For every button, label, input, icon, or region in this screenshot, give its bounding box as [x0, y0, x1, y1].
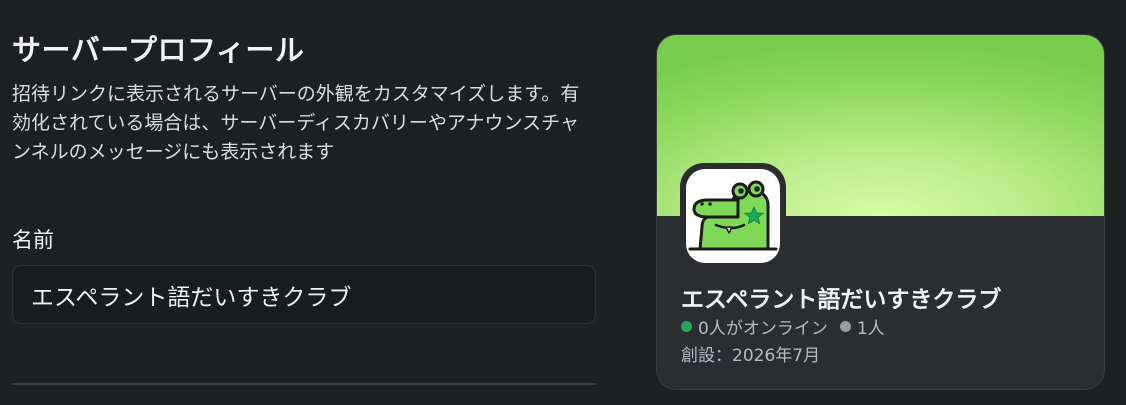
name-field-label: 名前 [12, 228, 54, 252]
member-status-dot-icon [839, 321, 851, 332]
green-crocodile-star-icon [688, 180, 778, 251]
server-avatar-frame [680, 163, 786, 269]
server-preview-card: エスペラント語だいすきクラブ 0人がオンライン 1人 創設：2026年7月 [656, 34, 1105, 390]
section-divider [12, 383, 596, 385]
server-stats: 0人がオンライン 1人 [681, 314, 885, 339]
online-status-dot-icon [681, 321, 692, 332]
profile-settings-panel: サーバープロフィール 招待リンクに表示されるサーバーの外観をカスタマイズします。… [12, 28, 596, 385]
server-profile-settings: サーバープロフィール 招待リンクに表示されるサーバーの外観をカスタマイズします。… [0, 0, 1126, 405]
online-count: 0人がオンライン [698, 319, 828, 339]
server-name-input[interactable]: エスペラント語だいすきクラブ [12, 265, 596, 324]
server-avatar [686, 169, 780, 263]
section-description: 招待リンクに表示されるサーバーの外観をカスタマイズします。有効化されている場合は… [12, 83, 580, 163]
section-title: サーバープロフィール [12, 33, 305, 67]
preview-server-name: エスペラント語だいすきクラブ [681, 287, 1002, 313]
founded-date: 創設：2026年7月 [681, 346, 821, 366]
member-count: 1人 [856, 319, 885, 339]
server-name-input-value: エスペラント語だいすきクラブ [31, 284, 352, 311]
